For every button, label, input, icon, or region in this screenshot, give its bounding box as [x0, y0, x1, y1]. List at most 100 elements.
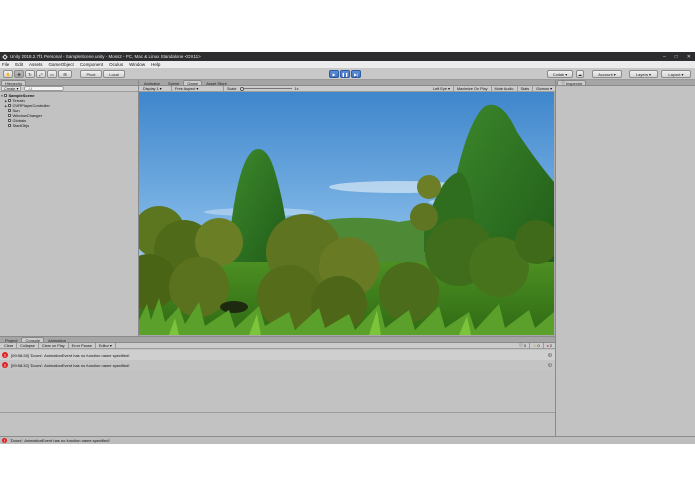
screenshot-canvas: Unity 2018.2.7f1 Personal - SampleScene.… — [0, 0, 695, 494]
scale-slider-thumb[interactable] — [239, 86, 244, 91]
unity-editor-window: Unity 2018.2.7f1 Personal - SampleScene.… — [0, 52, 695, 444]
hierarchy-item-startobjs[interactable]: StartObjs — [0, 123, 29, 128]
eye-dropdown[interactable]: Left Eye ▾ — [430, 85, 454, 92]
log-filter-toggle[interactable]: ⓘ 0 — [516, 342, 531, 349]
hierarchy-tab-label: Hierarchy — [5, 80, 23, 86]
tab-asset-store[interactable]: Asset Store — [202, 80, 231, 86]
transform-tool-icon[interactable]: ⊞ — [58, 70, 72, 78]
clear-button[interactable]: Clear — [1, 342, 18, 349]
tab-project[interactable]: Project — [1, 337, 21, 343]
error-count: 2 — [549, 343, 552, 348]
gameobject-icon — [8, 119, 11, 122]
unity-logo-icon — [2, 53, 8, 60]
menu-gameobject[interactable]: GameObject — [49, 62, 74, 67]
game-viewport[interactable] — [139, 92, 554, 335]
search-placeholder: All — [28, 87, 33, 92]
clear-on-play-toggle[interactable]: Clear on Play — [39, 342, 69, 349]
pivot-toggle[interactable]: Pivot — [80, 70, 102, 78]
tab-scene[interactable]: Scene — [164, 80, 183, 86]
error-icon: ! — [2, 362, 8, 368]
tab-animator[interactable]: Animator — [140, 80, 164, 86]
display-dropdown[interactable]: Display 1 ▾ — [140, 85, 172, 92]
tab-inspector[interactable]: ⓘ Inspector — [557, 80, 587, 86]
menu-edit[interactable]: Edit — [15, 62, 23, 67]
collapse-toggle[interactable]: Collapse — [17, 342, 39, 349]
menu-component[interactable]: Component — [80, 62, 103, 67]
pause-icon: ❚❚ — [341, 71, 349, 77]
gameobject-icon — [8, 99, 11, 102]
console-message-text: [09:58:32] 'Doors': AnimationEvent has n… — [11, 362, 130, 368]
scale-label: Scale — [227, 86, 237, 91]
play-icon: ▶ — [332, 71, 336, 77]
close-button[interactable]: ✕ — [687, 54, 691, 60]
step-icon: ▶| — [353, 71, 359, 77]
console-toolbar: Clear Collapse Clear on Play Error Pause… — [0, 342, 555, 349]
tab-animation[interactable]: Animation — [44, 337, 70, 343]
account-label: Account ▾ — [598, 71, 616, 77]
menu-file[interactable]: File — [2, 62, 9, 67]
collab-dropdown[interactable]: Collab ▾ — [547, 70, 573, 78]
editor-dropdown[interactable]: Editor ▾ — [96, 342, 116, 349]
status-bar: ! 'Doors': AnimationEvent has no functio… — [0, 436, 695, 444]
message-count-badge: 1 — [548, 363, 552, 367]
layout-label: Layout ▾ — [668, 71, 684, 77]
local-toggle[interactable]: Local — [103, 70, 125, 78]
move-tool-icon[interactable]: ✥ — [14, 70, 24, 78]
stats-toggle[interactable]: Stats — [518, 85, 534, 92]
scale-value: 1x — [294, 86, 299, 91]
gameobject-icon — [8, 124, 11, 127]
gizmos-dropdown[interactable]: Gizmos ▾ — [533, 86, 555, 92]
game-scene-render — [139, 92, 554, 335]
layers-label: Layers ▾ — [635, 71, 652, 77]
hand-tool-icon[interactable]: ✋ — [3, 70, 13, 78]
inspector-info-icon: ⓘ — [561, 80, 565, 85]
scale-tool-icon[interactable]: ⤢ — [36, 70, 46, 78]
create-dropdown[interactable]: Create ▾ — [1, 86, 22, 91]
error-filter-toggle[interactable]: ● 2 — [544, 343, 555, 349]
menu-oculus[interactable]: Oculus — [109, 62, 123, 67]
warning-count: 0 — [537, 343, 540, 348]
console-message-row[interactable]: ! [09:58:32] 'Doors': AnimationEvent has… — [0, 360, 555, 370]
scale-control[interactable]: Scale 1x — [224, 86, 308, 92]
menu-bar: File Edit Assets GameObject Component Oc… — [0, 61, 695, 68]
aspect-dropdown[interactable]: Free Aspect ▾ — [172, 85, 224, 92]
cloud-icon[interactable]: ☁ — [576, 70, 584, 78]
rotate-tool-icon[interactable]: ↻ — [25, 70, 35, 78]
window-title: Unity 2018.2.7f1 Personal - SampleScene.… — [10, 54, 201, 59]
toolbar: ✋ ✥ ↻ ⤢ ▭ ⊞ Pivot Local ▶ ❚❚ ▶| Collab ▾… — [0, 68, 695, 80]
error-icon: ● — [546, 343, 549, 348]
status-error-icon: ! — [2, 438, 7, 443]
account-dropdown[interactable]: Account ▾ — [592, 70, 622, 78]
pause-button[interactable]: ❚❚ — [340, 70, 350, 78]
mute-audio-toggle[interactable]: Mute Audio — [492, 85, 518, 92]
maximize-on-play-toggle[interactable]: Maximize On Play — [454, 85, 492, 92]
hierarchy-toolbar: Create ▾ All — [0, 86, 138, 92]
status-message[interactable]: 'Doors': AnimationEvent has no function … — [10, 438, 110, 443]
menu-help[interactable]: Help — [151, 62, 160, 67]
minimize-button[interactable]: – — [663, 54, 666, 60]
layout-dropdown[interactable]: Layout ▾ — [661, 70, 691, 78]
error-pause-toggle[interactable]: Error Pause — [69, 342, 96, 349]
dark-cave — [220, 301, 248, 313]
tab-hierarchy[interactable]: Hierarchy — [1, 80, 27, 86]
scale-slider[interactable] — [239, 86, 292, 91]
inspector-panel: ⓘ Inspector — [555, 80, 695, 436]
pivot-label: Pivot — [86, 71, 96, 77]
title-bar: Unity 2018.2.7f1 Personal - SampleScene.… — [0, 52, 695, 61]
warning-filter-toggle[interactable]: ⚠ 0 — [530, 342, 544, 349]
error-icon: ! — [2, 352, 8, 358]
maximize-button[interactable]: □ — [675, 54, 678, 60]
menu-assets[interactable]: Assets — [29, 62, 43, 67]
tab-game[interactable]: Game — [183, 80, 203, 86]
console-message-text: [09:58:28] 'Doors': AnimationEvent has n… — [11, 352, 130, 358]
step-button[interactable]: ▶| — [351, 70, 361, 78]
hierarchy-item-label: StartObjs — [12, 123, 30, 128]
layers-dropdown[interactable]: Layers ▾ — [629, 70, 658, 78]
hierarchy-search-input[interactable]: All — [24, 86, 65, 92]
log-count: 0 — [523, 343, 527, 348]
tab-console[interactable]: Console — [21, 337, 45, 343]
rect-tool-icon[interactable]: ▭ — [47, 70, 57, 78]
console-message-row[interactable]: ! [09:58:28] 'Doors': AnimationEvent has… — [0, 350, 555, 360]
menu-window[interactable]: Window — [129, 62, 145, 67]
play-button[interactable]: ▶ — [329, 70, 339, 78]
